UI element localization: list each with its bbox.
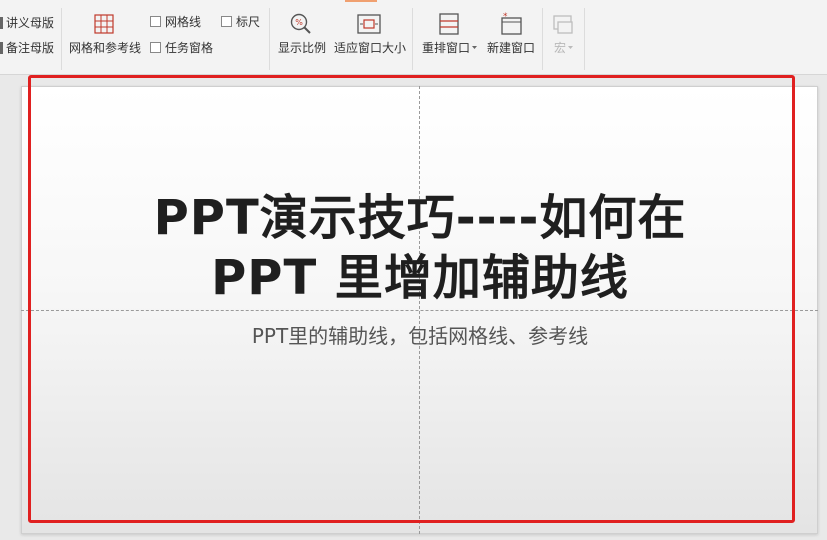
zoom-button[interactable]: 显示比例 xyxy=(278,41,326,55)
handout-master-icon xyxy=(0,17,3,29)
ruler-checkbox[interactable] xyxy=(221,16,232,27)
svg-text:%: % xyxy=(295,18,303,27)
new-window-button[interactable]: 新建窗口 xyxy=(487,41,535,55)
group-divider xyxy=(542,8,543,70)
task-pane-checkbox[interactable] xyxy=(150,42,161,53)
task-pane-label: 任务窗格 xyxy=(165,41,214,55)
group-divider xyxy=(412,8,413,70)
handout-master-button[interactable]: 讲义母版 xyxy=(6,16,54,30)
new-window-icon[interactable]: * xyxy=(499,12,523,36)
active-tab-indicator xyxy=(345,0,377,2)
grid-and-guides-button[interactable]: 网格和参考线 xyxy=(69,41,141,55)
svg-text:*: * xyxy=(503,12,508,22)
chevron-down-icon[interactable] xyxy=(472,46,477,50)
fit-to-window-button[interactable]: 适应窗口大小 xyxy=(334,41,406,55)
macro-button[interactable]: 宏 xyxy=(554,41,566,55)
notes-master-icon xyxy=(0,42,3,54)
arrange-windows-icon[interactable] xyxy=(438,12,460,36)
gridlines-checkbox[interactable] xyxy=(150,16,161,27)
arrange-windows-button[interactable]: 重排窗口 xyxy=(422,41,470,55)
notes-master-button[interactable]: 备注母版 xyxy=(6,41,54,55)
ruler-label: 标尺 xyxy=(236,15,261,29)
chevron-down-icon[interactable] xyxy=(568,46,573,50)
macro-icon[interactable] xyxy=(551,13,575,37)
gridlines-label: 网格线 xyxy=(165,15,202,29)
group-divider xyxy=(269,8,270,70)
zoom-icon[interactable]: % xyxy=(289,12,313,36)
grid-and-guides-icon[interactable] xyxy=(93,13,115,35)
group-divider xyxy=(61,8,62,70)
red-highlight-annotation xyxy=(28,75,795,523)
fit-to-window-icon[interactable] xyxy=(356,13,382,35)
group-divider xyxy=(584,8,585,70)
ribbon-toolbar: 讲义母版 备注母版 网格和参考线 网格线 标尺 任务窗格 % 显示比例 适应窗口… xyxy=(0,0,827,75)
